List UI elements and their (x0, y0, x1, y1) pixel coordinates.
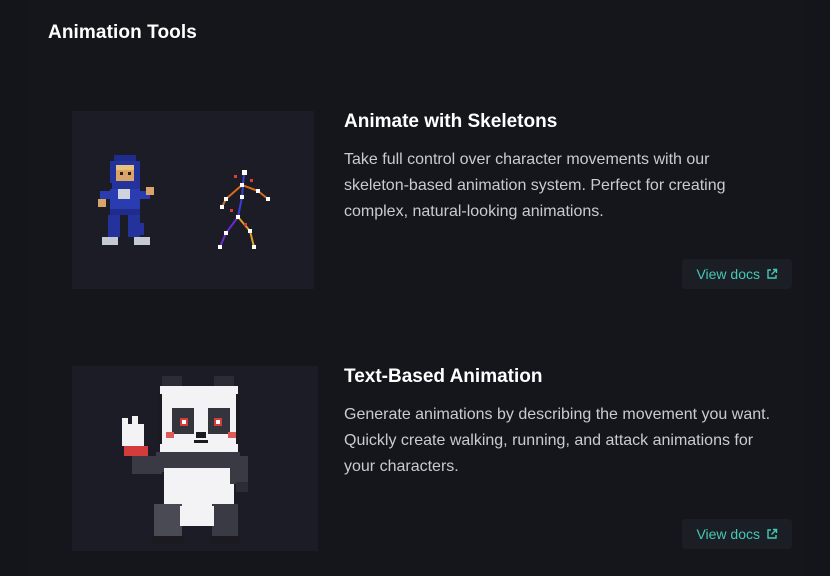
section-title: Animation Tools (48, 22, 197, 43)
panda-sprite (122, 376, 248, 544)
character-sprite (98, 155, 154, 245)
tool-card-text-animation: Text-Based Animation Generate animations… (72, 366, 800, 551)
view-docs-label: View docs (696, 266, 760, 282)
tool-card-skeletons: Animate with Skeletons Take full control… (72, 111, 800, 289)
view-docs-button[interactable]: View docs (682, 259, 792, 289)
card-description: Generate animations by describing the mo… (344, 406, 771, 475)
panda-preview-image (72, 366, 318, 551)
card-title: Animate with Skeletons (344, 111, 558, 132)
external-link-icon (767, 528, 778, 539)
skeleton-rig (218, 170, 270, 249)
external-link-icon (767, 268, 778, 279)
view-docs-button[interactable]: View docs (682, 519, 792, 549)
card-description: Take full control over character movemen… (344, 151, 726, 220)
skeleton-preview-image (72, 111, 314, 289)
card-title: Text-Based Animation (344, 366, 543, 387)
view-docs-label: View docs (696, 526, 760, 542)
